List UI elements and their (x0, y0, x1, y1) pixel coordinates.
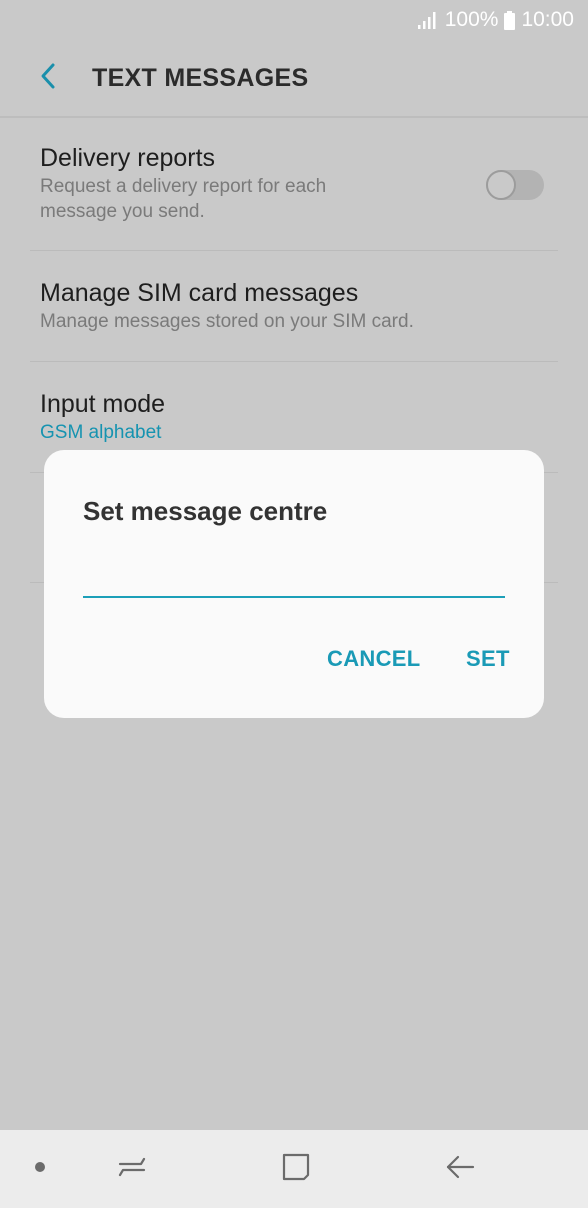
recent-apps-button[interactable] (106, 1130, 158, 1208)
navigation-bar (0, 1130, 588, 1208)
signal-icon (417, 10, 439, 30)
toggle-knob (486, 170, 516, 200)
setting-title: Input mode (40, 390, 166, 418)
back-nav-button[interactable] (432, 1130, 488, 1208)
back-button[interactable] (20, 50, 76, 106)
dot-icon (34, 1160, 46, 1178)
home-icon (281, 1152, 311, 1187)
setting-text: Delivery reports Request a delivery repo… (40, 142, 390, 224)
app-bar: TEXT MESSAGES (0, 40, 588, 118)
message-centre-input[interactable] (83, 558, 505, 598)
dialog-title: Set message centre (83, 496, 328, 526)
home-button[interactable] (268, 1130, 324, 1208)
set-button[interactable]: SET (466, 646, 510, 672)
delivery-reports-toggle[interactable] (486, 170, 544, 200)
setting-summary: Request a delivery report for each messa… (40, 176, 327, 222)
nav-dot-button[interactable] (20, 1130, 60, 1208)
recent-apps-icon (117, 1152, 147, 1187)
setting-title: Delivery reports (40, 144, 216, 172)
setting-summary: Manage messages stored on your SIM card. (40, 311, 414, 332)
setting-delivery-reports[interactable]: Delivery reports Request a delivery repo… (30, 118, 558, 251)
setting-manage-sim-messages[interactable]: Manage SIM card messages Manage messages… (30, 251, 558, 362)
set-message-centre-dialog: Set message centre CANCEL SET (44, 450, 544, 718)
setting-title: Manage SIM card messages (40, 279, 359, 307)
chevron-left-icon (39, 62, 57, 95)
status-bar: 100% 10:00 (0, 0, 588, 40)
setting-summary: GSM alphabet (40, 422, 162, 443)
clock: 10:00 (521, 8, 574, 31)
battery-icon (504, 10, 516, 30)
page-title: TEXT MESSAGES (92, 63, 309, 92)
cancel-button[interactable]: CANCEL (327, 646, 420, 672)
battery-percentage: 100% (444, 8, 499, 31)
back-arrow-icon (445, 1152, 475, 1187)
